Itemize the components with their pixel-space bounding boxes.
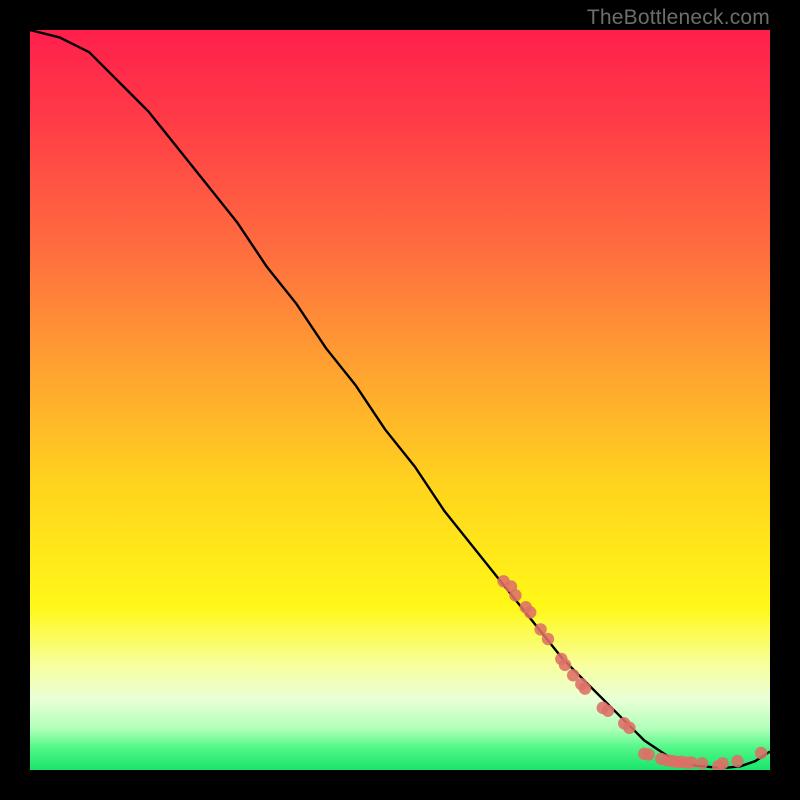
data-point bbox=[731, 755, 743, 767]
plot-area bbox=[30, 30, 770, 770]
data-point bbox=[524, 606, 536, 618]
data-point bbox=[716, 757, 728, 769]
data-point bbox=[696, 757, 708, 769]
chart-stage: TheBottleneck.com bbox=[0, 0, 800, 800]
data-point bbox=[559, 659, 571, 671]
data-point bbox=[623, 722, 635, 734]
data-point bbox=[509, 589, 521, 601]
data-points-group bbox=[497, 575, 767, 770]
watermark-text: TheBottleneck.com bbox=[587, 6, 770, 30]
bottleneck-curve bbox=[30, 30, 770, 768]
data-point bbox=[602, 705, 614, 717]
data-point bbox=[755, 747, 767, 759]
data-point bbox=[642, 748, 654, 760]
chart-overlay bbox=[30, 30, 770, 770]
data-point bbox=[579, 682, 591, 694]
data-point bbox=[542, 633, 554, 645]
